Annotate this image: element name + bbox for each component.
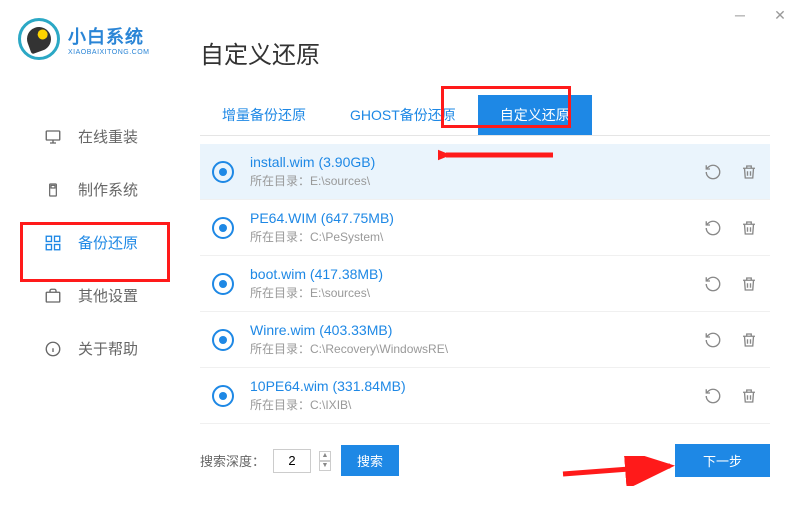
sidebar-item-other-settings[interactable]: 其他设置 xyxy=(0,269,190,322)
next-button[interactable]: 下一步 xyxy=(675,444,770,477)
briefcase-icon xyxy=(44,287,62,305)
depth-up-button[interactable]: ▲ xyxy=(319,451,331,461)
tab-custom[interactable]: 自定义还原 xyxy=(478,95,592,135)
sidebar: 在线重装 制作系统 备份还原 其他设置 关于帮助 xyxy=(0,110,190,375)
row-filename: Winre.wim (403.33MB) xyxy=(250,322,704,338)
restore-icon[interactable] xyxy=(704,275,722,293)
sidebar-item-label: 在线重装 xyxy=(78,126,138,147)
search-depth-label: 搜索深度： xyxy=(200,451,265,470)
tab-ghost[interactable]: GHOST备份还原 xyxy=(328,95,478,135)
list-row[interactable]: PE64.WIM (647.75MB) 所在目录：C:\PeSystem\ xyxy=(200,200,770,256)
depth-down-button[interactable]: ▼ xyxy=(319,461,331,471)
info-icon xyxy=(44,340,62,358)
image-list: install.wim (3.90GB) 所在目录：E:\sources\ PE64… xyxy=(200,144,770,424)
radio-icon[interactable] xyxy=(212,385,234,407)
list-row[interactable]: 10PE64.wim (331.84MB) 所在目录：C:\IXIB\ xyxy=(200,368,770,424)
row-directory: 所在目录：C:\PeSystem\ xyxy=(250,228,704,245)
tab-incremental[interactable]: 增量备份还原 xyxy=(200,95,328,135)
sidebar-item-make-system[interactable]: 制作系统 xyxy=(0,163,190,216)
list-row[interactable]: boot.wim (417.38MB) 所在目录：E:\sources\ xyxy=(200,256,770,312)
sidebar-item-label: 制作系统 xyxy=(78,179,138,200)
list-row[interactable]: Winre.wim (403.33MB) 所在目录：C:\Recovery\Win… xyxy=(200,312,770,368)
brand-subtitle: XIAOBAIXITONG.COM xyxy=(68,49,150,56)
app-logo: 小白系统 XIAOBAIXITONG.COM xyxy=(18,18,150,60)
list-row[interactable]: install.wim (3.90GB) 所在目录：E:\sources\ xyxy=(200,144,770,200)
radio-icon[interactable] xyxy=(212,273,234,295)
radio-icon[interactable] xyxy=(212,217,234,239)
row-directory: 所在目录：E:\sources\ xyxy=(250,284,704,301)
row-filename: boot.wim (417.38MB) xyxy=(250,266,704,282)
search-button[interactable]: 搜索 xyxy=(341,445,399,476)
sidebar-item-label: 备份还原 xyxy=(78,232,138,253)
sidebar-item-label: 其他设置 xyxy=(78,285,138,306)
sidebar-item-backup-restore[interactable]: 备份还原 xyxy=(0,216,190,269)
row-filename: install.wim (3.90GB) xyxy=(250,154,704,170)
row-directory: 所在目录：C:\Recovery\WindowsRE\ xyxy=(250,340,704,357)
delete-icon[interactable] xyxy=(740,275,758,293)
row-directory: 所在目录：C:\IXIB\ xyxy=(250,396,704,413)
delete-icon[interactable] xyxy=(740,163,758,181)
restore-icon[interactable] xyxy=(704,163,722,181)
restore-icon[interactable] xyxy=(704,219,722,237)
delete-icon[interactable] xyxy=(740,331,758,349)
row-filename: 10PE64.wim (331.84MB) xyxy=(250,378,704,394)
delete-icon[interactable] xyxy=(740,219,758,237)
grid-icon xyxy=(44,234,62,252)
search-depth-input[interactable] xyxy=(273,449,311,473)
close-button[interactable]: ✕ xyxy=(760,0,800,30)
sidebar-item-online-reinstall[interactable]: 在线重装 xyxy=(0,110,190,163)
sidebar-item-about-help[interactable]: 关于帮助 xyxy=(0,322,190,375)
restore-icon[interactable] xyxy=(704,387,722,405)
tabs: 增量备份还原 GHOST备份还原 自定义还原 xyxy=(200,95,770,136)
restore-icon[interactable] xyxy=(704,331,722,349)
brand-title: 小白系统 xyxy=(68,23,150,49)
radio-icon[interactable] xyxy=(212,329,234,351)
sidebar-item-label: 关于帮助 xyxy=(78,338,138,359)
monitor-icon xyxy=(44,128,62,146)
page-title: 自定义还原 xyxy=(200,35,770,70)
delete-icon[interactable] xyxy=(740,387,758,405)
radio-icon[interactable] xyxy=(212,161,234,183)
row-directory: 所在目录：E:\sources\ xyxy=(250,172,704,189)
minimize-button[interactable]: ─ xyxy=(720,0,760,30)
row-filename: PE64.WIM (647.75MB) xyxy=(250,210,704,226)
usb-icon xyxy=(44,181,62,199)
